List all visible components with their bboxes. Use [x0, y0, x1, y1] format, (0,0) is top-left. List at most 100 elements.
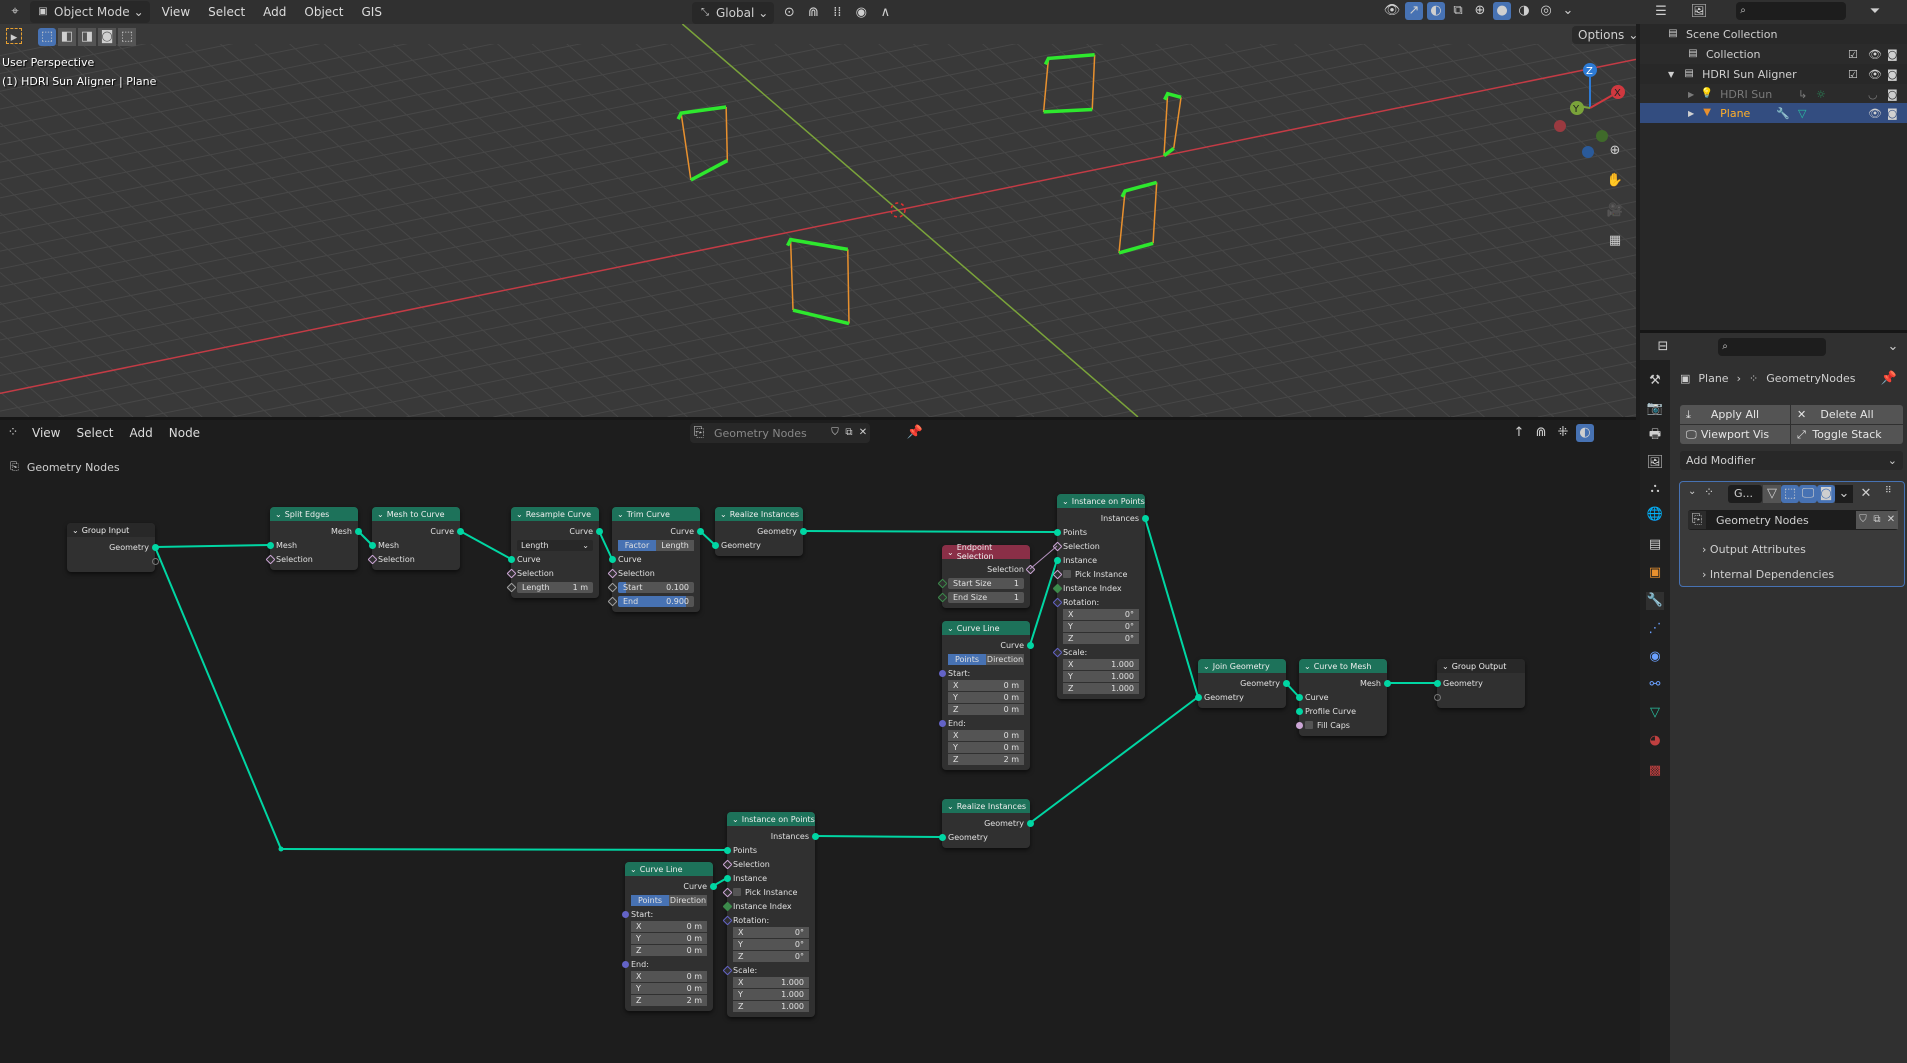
unlink-icon[interactable]: ✕ — [856, 424, 870, 442]
mode-dropdown[interactable]: Length ⌄ — [517, 539, 593, 551]
collapse-icon[interactable]: ⌄ — [732, 815, 739, 824]
editor-type-icon[interactable]: ⁘ — [4, 424, 22, 442]
input-socket-curve[interactable] — [608, 555, 616, 563]
node-split-edges[interactable]: ⌄ Split Edges Mesh Mesh Selection — [265, 507, 362, 570]
ortho-grid-icon[interactable]: ▦ — [1606, 232, 1624, 250]
value-field-z[interactable]: Z 2 m — [948, 754, 1024, 765]
toggle-option-factor[interactable]: Factor — [618, 539, 656, 551]
collapse-icon[interactable]: ⌄ — [947, 802, 954, 811]
mesh-data-icon[interactable]: ▽ — [1798, 107, 1806, 120]
node-header[interactable]: ⌄ Trim Curve — [612, 507, 700, 521]
input-socket-instance[interactable] — [723, 874, 731, 882]
properties-search-input[interactable]: ⌕ — [1718, 338, 1826, 356]
node-c2m[interactable]: ⌄ Curve to Mesh Mesh Curve Profile Curve Fill… — [1295, 659, 1391, 736]
value-field-y[interactable]: Y 0° — [1063, 621, 1139, 632]
select-box-tool-icon[interactable]: ▸ — [6, 28, 22, 44]
particles-tab-icon[interactable]: ⋰ — [1646, 620, 1664, 638]
outliner-row-collection[interactable]: ▤ Collection ☑ 👁 ◙ — [1640, 44, 1907, 64]
render-tab-icon[interactable]: 📷 — [1646, 400, 1664, 418]
value-field-z[interactable]: Z 0 m — [631, 945, 707, 956]
menu-gis[interactable]: GIS — [356, 5, 388, 19]
camera-render-icon[interactable]: ◙ — [1887, 88, 1898, 101]
expand-arrow-icon[interactable]: ▶ — [1688, 90, 1694, 99]
add-modifier-dropdown[interactable]: Add Modifier ⌄ — [1680, 451, 1903, 470]
plane-instance[interactable] — [1118, 180, 1158, 255]
visibility-icon[interactable]: 👁 — [1383, 2, 1401, 20]
expand-arrow-icon[interactable]: ▶ — [1688, 109, 1694, 118]
output-socket-geometry[interactable] — [799, 527, 807, 535]
render-toggle-icon[interactable]: ◙ — [1817, 485, 1835, 503]
value-field-z[interactable]: Z 2 m — [631, 995, 707, 1006]
input-socket-points[interactable] — [1053, 528, 1061, 536]
camera-render-icon[interactable]: ◙ — [1887, 48, 1898, 61]
scene-tab-icon[interactable]: ⛬ — [1646, 480, 1664, 498]
texture-tab-icon[interactable]: ▩ — [1646, 762, 1664, 780]
node-tree-icon[interactable]: ⎘ — [690, 424, 708, 442]
node-realize1[interactable]: ⌄ Realize Instances Geometry Geometry — [711, 507, 807, 556]
gizmo-z-label[interactable]: Z — [1586, 66, 1593, 77]
input-socket-end[interactable] — [938, 719, 946, 727]
outliner-row-hdri-sun-aligner[interactable]: ▼ ▤ HDRI Sun Aligner ☑ 👁 ◙ — [1640, 64, 1907, 84]
value-field-y[interactable]: Y 0 m — [631, 933, 707, 944]
value-field-y[interactable]: Y 1.000 — [733, 989, 809, 1000]
output-socket-curve[interactable] — [595, 527, 603, 535]
output-socket-geometry[interactable] — [1026, 819, 1034, 827]
menu-select[interactable]: Select — [70, 426, 119, 440]
unlink-icon[interactable]: ✕ — [1884, 511, 1898, 529]
editor-type-icon[interactable]: ⌖ — [6, 3, 24, 21]
value-field-x[interactable]: X 1.000 — [733, 977, 809, 988]
node-iop2[interactable]: ⌄ Instance on Points Instances Points Select… — [722, 812, 819, 1017]
input-socket-empty[interactable] — [1433, 693, 1441, 701]
checkbox[interactable] — [1063, 570, 1071, 578]
value-field-y[interactable]: Y 0 m — [948, 742, 1024, 753]
fake-user-icon[interactable]: ⛉ — [1856, 511, 1870, 529]
collapse-icon[interactable]: ⌄ — [275, 510, 282, 519]
menu-view[interactable]: View — [26, 426, 66, 440]
node-header[interactable]: ⌄ Group Input — [67, 523, 155, 537]
node-header[interactable]: ⌄ Resample Curve — [511, 507, 599, 521]
collapse-icon[interactable]: ⌄ — [1203, 662, 1210, 671]
output-socket-mesh[interactable] — [354, 527, 362, 535]
collapse-icon[interactable]: ⌄ — [72, 526, 79, 535]
input-socket-mesh[interactable] — [266, 541, 274, 549]
node-group-selector[interactable]: ⎘ Geometry Nodes ⛉ ⧉ ✕ — [1688, 510, 1898, 530]
zoom-icon[interactable]: ⊕ — [1606, 142, 1624, 160]
collapse-icon[interactable]: ⌄ — [1688, 486, 1696, 497]
eye-icon[interactable]: 👁 — [1868, 68, 1882, 81]
camera-render-icon[interactable]: ◙ — [1887, 107, 1898, 120]
data-tab-icon[interactable]: ▽ — [1646, 704, 1664, 722]
cage-toggle-icon[interactable]: ⬚ — [1781, 485, 1799, 503]
menu-select[interactable]: Select — [202, 5, 251, 19]
collapse-icon[interactable]: ⌄ — [1442, 662, 1449, 671]
pin-icon[interactable]: 📌 — [906, 424, 924, 442]
collapse-icon[interactable]: ⌄ — [516, 510, 523, 519]
output-socket-curve[interactable] — [1026, 641, 1034, 649]
value-field-z[interactable]: Z 0° — [1063, 633, 1139, 644]
value-field-start[interactable]: Start 0.100 — [618, 581, 694, 593]
internal-dependencies-section[interactable]: › Internal Dependencies — [1702, 568, 1834, 581]
snap-grid-icon[interactable]: ⁞⁞ — [828, 4, 846, 22]
node-header[interactable]: ⌄ Curve to Mesh — [1299, 659, 1387, 673]
constraints-tab-icon[interactable]: ⚯ — [1646, 676, 1664, 694]
value-field-x[interactable]: X 0 m — [948, 680, 1024, 691]
toggle-option-points[interactable]: Points — [948, 653, 986, 665]
menu-add[interactable]: Add — [124, 426, 159, 440]
value-field-x[interactable]: X 0 m — [631, 971, 707, 982]
node-header[interactable]: ⌄ Realize Instances — [715, 507, 803, 521]
node-header[interactable]: ⌄ Curve Line — [942, 621, 1030, 635]
input-socket-mesh[interactable] — [368, 541, 376, 549]
toggle-option-direction[interactable]: Direction — [669, 894, 707, 906]
eye-icon[interactable]: 👁 — [1868, 48, 1882, 61]
rendered-shading-icon[interactable]: ◎ — [1537, 2, 1555, 20]
view-layer-tab-icon[interactable]: 🖼 — [1646, 454, 1664, 472]
overlay-icon[interactable]: ◐ — [1576, 424, 1594, 442]
outliner-row-hdri-sun[interactable]: ▶ 💡 HDRI Sun ↳ ☼ ◡ ◙ — [1640, 84, 1907, 104]
node-header[interactable]: ⌄ Realize Instances — [942, 799, 1030, 813]
checkbox-icon[interactable]: ☑ — [1848, 48, 1858, 61]
node-group-selector[interactable]: ⎘ Geometry Nodes ⛉ ⧉ ✕ — [690, 423, 870, 443]
mode-dropdown[interactable]: ▣ Object Mode ⌄ — [30, 1, 150, 23]
solid-shading-icon[interactable]: ● — [1493, 2, 1511, 20]
input-socket-geometry[interactable] — [1433, 679, 1441, 687]
node-editor[interactable]: ⁘ View Select Add Node ⎘ Geometry Nodes … — [0, 417, 1636, 1063]
filter-view-icon[interactable]: 🖼 — [1690, 3, 1708, 21]
